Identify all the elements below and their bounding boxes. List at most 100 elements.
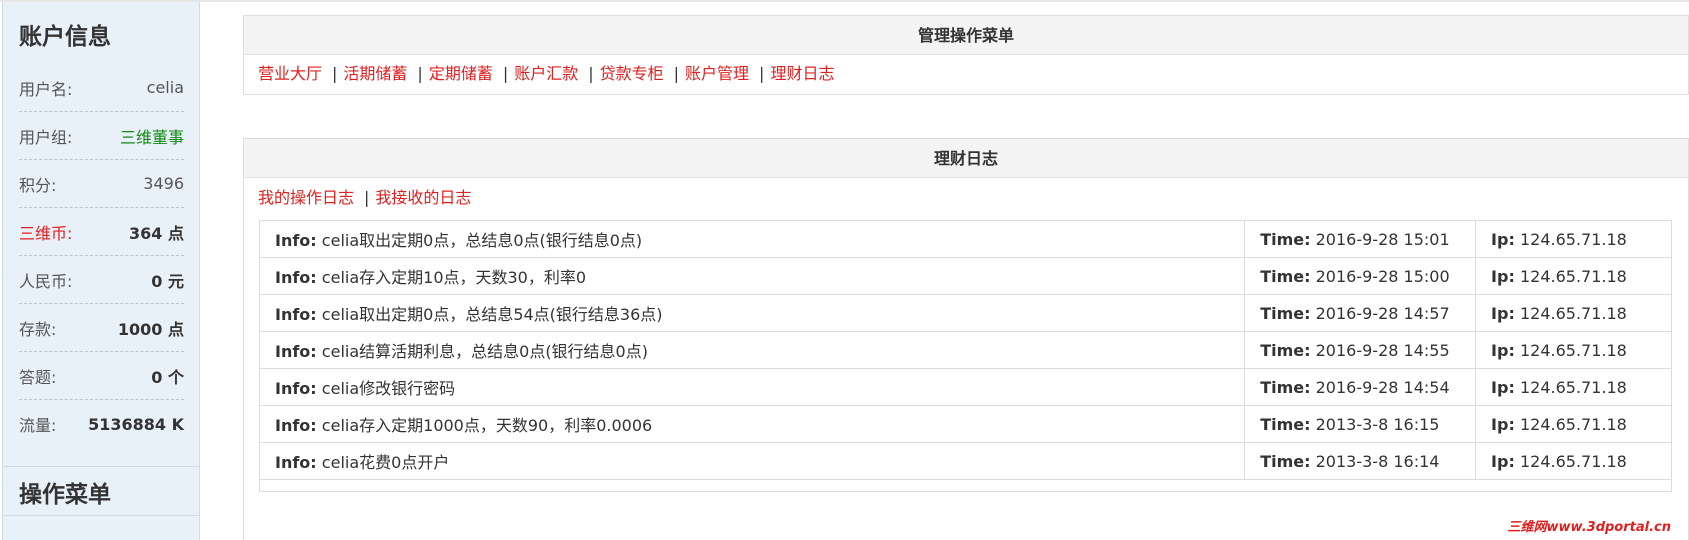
ip-value: 124.65.71.18 [1519, 377, 1627, 397]
ip-value: 124.65.71.18 [1519, 451, 1627, 471]
link-demand-savings[interactable]: 活期储蓄 [343, 64, 407, 83]
manage-menu-panel: 管理操作菜单 营业大厅 | 活期储蓄 | 定期储蓄 | 账户汇款 | 贷款专柜 | 账户管理 | 理财日… [243, 15, 1689, 95]
ip-value-cell: Ip: 124.65.71.18 [1475, 331, 1672, 369]
sidebar-divider [3, 450, 199, 467]
info-label: Info: [275, 268, 317, 287]
link-finance-log[interactable]: 理财日志 [770, 64, 834, 83]
menu-separator: | [332, 64, 338, 83]
ip-value: 124.65.71.18 [1519, 414, 1627, 434]
time-label: Time: [1260, 229, 1311, 249]
time-value-cell: Time: 2016-9-28 15:01 [1244, 220, 1477, 258]
link-account-management[interactable]: 账户管理 [685, 64, 749, 83]
time-value-cell: Time: 2016-9-28 14:54 [1244, 368, 1477, 406]
points-label: 积分: [19, 175, 57, 195]
ip-value-cell: Ip: 124.65.71.18 [1475, 294, 1672, 332]
ip-label: Ip: [1491, 340, 1515, 360]
info-text: celia结算活期利息，总结息0点(银行结息0点) [321, 342, 648, 361]
ip-value-cell: Ip: 124.65.71.18 [1475, 442, 1672, 480]
ip-value: 124.65.71.18 [1519, 303, 1627, 323]
info-label: Info: [275, 342, 317, 361]
time-label: Time: [1260, 414, 1311, 434]
log-row: Info: celia修改银行密码 Time: 2016-9-28 14:54 Ip… [258, 368, 1672, 406]
info-text: celia取出定期0点，总结息0点(银行结息0点) [321, 231, 643, 250]
tab-received-log[interactable]: 我接收的日志 [375, 188, 471, 207]
answers-label: 答题: [19, 367, 57, 387]
ip-value: 124.65.71.18 [1519, 266, 1627, 286]
traffic-label: 流量: [19, 416, 57, 435]
link-remittance[interactable]: 账户汇款 [514, 64, 578, 83]
menu-separator: | [417, 64, 423, 83]
time-value-cell: Time: 2013-3-8 16:14 [1244, 442, 1477, 480]
points-value: 3496 [143, 174, 184, 193]
info-label: Info: [275, 231, 317, 250]
usergroup-label: 用户组: [19, 127, 73, 147]
deposit-value: 1000 点 [117, 319, 184, 339]
finance-log-title: 理财日志 [244, 139, 1688, 178]
info-label: Info: [275, 453, 317, 472]
ip-value-cell: Ip: 124.65.71.18 [1475, 368, 1672, 406]
link-fixed-savings[interactable]: 定期储蓄 [429, 64, 493, 83]
info-text: celia存入定期1000点，天数90，利率0.0006 [321, 416, 653, 435]
info-text-cell: Info: celia存入定期10点，天数30，利率0 [258, 257, 1246, 295]
ip-value-cell: Ip: 124.65.71.18 [1475, 405, 1672, 443]
username-value: celia [146, 78, 184, 97]
ip-label: Ip: [1491, 303, 1515, 323]
time-label: Time: [1260, 340, 1311, 360]
info-text-cell: Info: celia取出定期0点，总结息0点(银行结息0点) [258, 220, 1246, 258]
usergroup-row: 用户组: 三维董事 [19, 112, 184, 160]
ip-label: Ip: [1491, 377, 1515, 397]
ip-value-cell: Ip: 124.65.71.18 [1475, 220, 1672, 258]
info-text: celia花费0点开户 [321, 453, 450, 472]
log-table: Info: celia取出定期0点，总结息0点(银行结息0点) Time: 201… [258, 220, 1672, 492]
answers-row: 答题: 0 个 [19, 352, 184, 400]
link-loans[interactable]: 贷款专柜 [600, 64, 664, 83]
info-text-cell: Info: celia修改银行密码 [258, 368, 1246, 406]
ip-label: Ip: [1491, 451, 1515, 471]
traffic-value: 5136884 K [88, 414, 184, 434]
usergroup-value: 三维董事 [119, 127, 184, 147]
time-value: 2016-9-28 14:54 [1315, 377, 1450, 397]
username-label: 用户名: [19, 79, 73, 99]
time-label: Time: [1260, 451, 1311, 471]
info-text-cell: Info: celia取出定期0点，总结息54点(银行结息36点) [258, 294, 1246, 332]
log-row: Info: celia结算活期利息，总结息0点(银行结息0点) Time: 201… [258, 331, 1672, 369]
info-text-cell: Info: celia花费0点开户 [258, 442, 1246, 480]
operations-menu-title: 操作菜单 [19, 482, 111, 508]
coins-row: 三维币: 364 点 [19, 208, 184, 256]
time-value-cell: Time: 2016-9-28 14:57 [1244, 294, 1477, 332]
finance-log-panel: 理财日志 我的操作日志 | 我接收的日志 Info: celia取出定期0点，总结息… [243, 138, 1689, 540]
time-value: 2016-9-28 15:00 [1315, 266, 1450, 286]
top-border [0, 0, 1689, 2]
ip-label: Ip: [1491, 414, 1515, 434]
menu-separator: | [759, 64, 765, 83]
time-value: 2016-9-28 14:55 [1315, 340, 1450, 360]
log-table-footer-cell [259, 479, 1672, 492]
menu-separator: | [673, 64, 680, 83]
account-sidebar: 账户信息 用户名: celia 用户组: 三维董事 积分: 3496 三维币: … [2, 2, 200, 540]
log-row: Info: celia存入定期10点，天数30，利率0 Time: 2016-9-… [258, 257, 1672, 295]
ip-label: Ip: [1491, 229, 1515, 249]
site-watermark: 三维网www.3dportal.cn [1507, 520, 1671, 535]
rmb-label: 人民币: [19, 271, 73, 291]
log-row: Info: celia存入定期1000点，天数90，利率0.0006 Time: … [258, 405, 1672, 443]
link-business-hall[interactable]: 营业大厅 [258, 64, 322, 83]
log-row: Info: celia取出定期0点，总结息54点(银行结息36点) Time: 2… [258, 294, 1672, 332]
log-table-footer-row [259, 479, 1672, 492]
ip-value: 124.65.71.18 [1519, 340, 1627, 360]
answers-value: 0 个 [151, 367, 184, 387]
info-text: celia取出定期0点，总结息54点(银行结息36点) [321, 305, 663, 324]
info-label: Info: [275, 305, 317, 324]
time-value: 2016-9-28 15:01 [1315, 229, 1450, 249]
points-row: 积分: 3496 [19, 160, 184, 208]
tab-my-operation-log[interactable]: 我的操作日志 [258, 188, 354, 207]
time-value-cell: Time: 2016-9-28 14:55 [1244, 331, 1477, 369]
rmb-value: 0 元 [151, 271, 184, 291]
manage-menu-title: 管理操作菜单 [244, 16, 1688, 55]
info-text: celia修改银行密码 [321, 379, 456, 398]
log-tabs: 我的操作日志 | 我接收的日志 [244, 178, 1688, 218]
ip-value-cell: Ip: 124.65.71.18 [1475, 257, 1672, 295]
deposit-row: 存款: 1000 点 [19, 304, 184, 352]
info-label: Info: [275, 379, 317, 398]
coins-value: 364 点 [129, 223, 184, 243]
ip-value: 124.65.71.18 [1519, 229, 1627, 249]
